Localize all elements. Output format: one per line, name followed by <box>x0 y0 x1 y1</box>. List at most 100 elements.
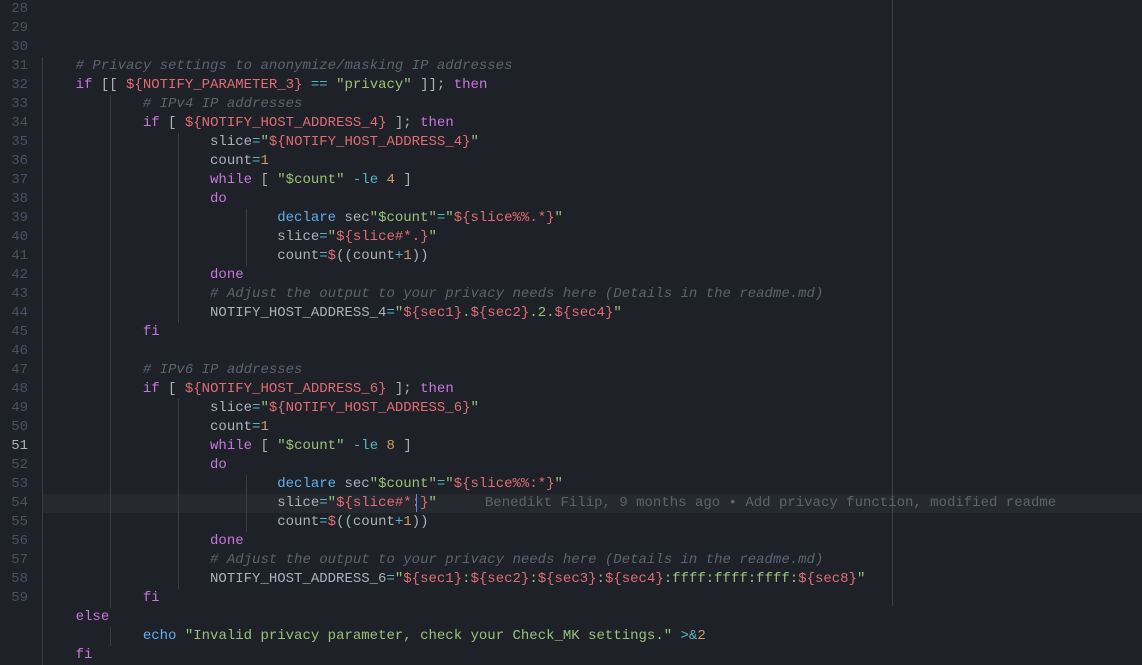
indent-guide <box>42 361 43 380</box>
indent-guide <box>110 285 111 304</box>
code-line[interactable]: NOTIFY_HOST_ADDRESS_4="${sec1}.${sec2}.2… <box>42 304 1142 323</box>
indent-guide <box>178 247 179 266</box>
code-line[interactable]: declare sec"$count"="${slice%%:*}" <box>42 475 1142 494</box>
code-line[interactable]: if [[ ${NOTIFY_PARAMETER_3} == "privacy"… <box>42 76 1142 95</box>
code-line[interactable]: while [ "$count" -le 4 ] <box>42 171 1142 190</box>
indent-guide <box>178 456 179 475</box>
indent-guide <box>178 437 179 456</box>
indent-guide <box>178 513 179 532</box>
code-editor[interactable]: 2829303132333435363738394041424344454647… <box>0 0 1142 606</box>
indent-guide <box>42 228 43 247</box>
line-number: 36 <box>0 152 28 171</box>
code-text: slice="${NOTIFY_HOST_ADDRESS_6}" <box>42 400 479 416</box>
code-line[interactable]: # IPv4 IP addresses <box>42 95 1142 114</box>
code-text: count=$((count+1)) <box>42 248 429 264</box>
code-text: do <box>42 457 227 473</box>
indent-guide <box>110 304 111 323</box>
code-text: fi <box>42 647 92 663</box>
line-number: 29 <box>0 19 28 38</box>
indent-guide <box>178 399 179 418</box>
code-text: done <box>42 533 244 549</box>
code-line[interactable]: slice="${slice#*:}"Benedikt Filip, 9 mon… <box>42 494 1142 513</box>
code-text: echo "Invalid privacy parameter, check y… <box>42 628 706 644</box>
code-line[interactable]: done <box>42 266 1142 285</box>
indent-guide <box>178 266 179 285</box>
line-number: 53 <box>0 475 28 494</box>
code-text: declare sec"$count"="${slice%%:*}" <box>42 476 563 492</box>
code-line[interactable]: fi <box>42 646 1142 665</box>
indent-guide <box>42 570 43 589</box>
indent-guide <box>42 646 43 665</box>
line-number: 50 <box>0 418 28 437</box>
indent-guide <box>42 152 43 171</box>
code-line[interactable]: # Adjust the output to your privacy need… <box>42 285 1142 304</box>
code-line[interactable]: echo "Invalid privacy parameter, check y… <box>42 627 1142 646</box>
indent-guide <box>110 95 111 114</box>
code-line[interactable]: fi <box>42 589 1142 608</box>
indent-guide <box>110 266 111 285</box>
indent-guide <box>178 551 179 570</box>
code-line[interactable]: if [ ${NOTIFY_HOST_ADDRESS_6} ]; then <box>42 380 1142 399</box>
indent-guide <box>42 190 43 209</box>
line-number: 33 <box>0 95 28 114</box>
indent-guide <box>42 456 43 475</box>
indent-guide <box>42 285 43 304</box>
indent-guide <box>42 114 43 133</box>
line-number: 28 <box>0 0 28 19</box>
code-line[interactable]: slice="${NOTIFY_HOST_ADDRESS_4}" <box>42 133 1142 152</box>
code-text: while [ "$count" -le 4 ] <box>42 172 412 188</box>
indent-guide <box>42 418 43 437</box>
code-line[interactable] <box>42 342 1142 361</box>
code-line[interactable]: while [ "$count" -le 8 ] <box>42 437 1142 456</box>
indent-guide <box>110 228 111 247</box>
code-text: # IPv4 IP addresses <box>42 96 302 112</box>
indent-guide <box>178 570 179 589</box>
line-number: 57 <box>0 551 28 570</box>
code-line[interactable]: # Privacy settings to anonymize/masking … <box>42 57 1142 76</box>
indent-guide <box>42 513 43 532</box>
code-line[interactable]: else <box>42 608 1142 627</box>
code-text: # Adjust the output to your privacy need… <box>42 286 823 302</box>
code-line[interactable]: if [ ${NOTIFY_HOST_ADDRESS_4} ]; then <box>42 114 1142 133</box>
line-number: 55 <box>0 513 28 532</box>
code-line[interactable]: NOTIFY_HOST_ADDRESS_6="${sec1}:${sec2}:$… <box>42 570 1142 589</box>
indent-guide <box>178 532 179 551</box>
indent-guide <box>42 475 43 494</box>
code-line[interactable]: slice="${slice#*.}" <box>42 228 1142 247</box>
indent-guide <box>110 475 111 494</box>
code-line[interactable]: do <box>42 190 1142 209</box>
code-line[interactable]: count=1 <box>42 418 1142 437</box>
indent-guide <box>110 456 111 475</box>
indent-guide <box>110 627 111 646</box>
indent-guide <box>110 209 111 228</box>
indent-guide <box>246 513 247 532</box>
code-line[interactable]: slice="${NOTIFY_HOST_ADDRESS_6}" <box>42 399 1142 418</box>
code-line[interactable]: done <box>42 532 1142 551</box>
code-text: count=$((count+1)) <box>42 514 429 530</box>
code-line[interactable]: count=$((count+1)) <box>42 247 1142 266</box>
indent-guide <box>110 494 111 513</box>
indent-guide <box>42 95 43 114</box>
line-number: 51 <box>0 437 28 456</box>
indent-guide <box>246 247 247 266</box>
code-line[interactable]: # Adjust the output to your privacy need… <box>42 551 1142 570</box>
line-number: 52 <box>0 456 28 475</box>
code-line[interactable]: # IPv6 IP addresses <box>42 361 1142 380</box>
code-line[interactable]: count=1 <box>42 152 1142 171</box>
indent-guide <box>110 513 111 532</box>
indent-guide <box>110 152 111 171</box>
code-line[interactable]: do <box>42 456 1142 475</box>
line-number: 37 <box>0 171 28 190</box>
code-text: # IPv6 IP addresses <box>42 362 302 378</box>
code-line[interactable]: declare sec"$count"="${slice%%.*}" <box>42 209 1142 228</box>
indent-guide <box>110 323 111 342</box>
line-number: 41 <box>0 247 28 266</box>
indent-guide <box>246 228 247 247</box>
code-line[interactable]: count=$((count+1)) <box>42 513 1142 532</box>
code-content[interactable]: # Privacy settings to anonymize/masking … <box>42 0 1142 606</box>
line-number: 40 <box>0 228 28 247</box>
code-text: NOTIFY_HOST_ADDRESS_4="${sec1}.${sec2}.2… <box>42 305 622 321</box>
indent-guide <box>110 171 111 190</box>
code-line[interactable]: fi <box>42 323 1142 342</box>
line-number-gutter: 2829303132333435363738394041424344454647… <box>0 0 42 606</box>
